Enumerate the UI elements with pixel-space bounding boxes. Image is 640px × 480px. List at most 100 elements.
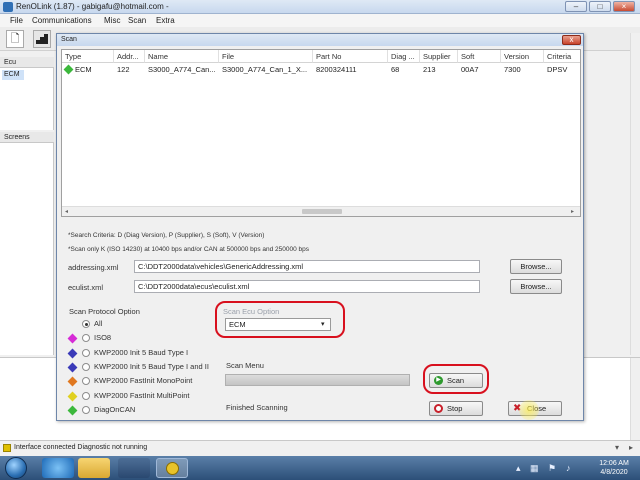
- stop-button[interactable]: Stop: [429, 401, 483, 416]
- browse-addressing-button[interactable]: Browse...: [510, 259, 562, 274]
- tray-flag-icon[interactable]: ⚑: [548, 463, 556, 474]
- scroll-right-icon[interactable]: ▸: [629, 443, 633, 452]
- tray-up-icon[interactable]: ▴: [516, 463, 521, 474]
- menu-scan[interactable]: Scan: [128, 16, 146, 25]
- protocol-option-1[interactable]: ISO8: [67, 332, 227, 344]
- tray-network-icon[interactable]: ▦: [530, 463, 539, 474]
- ecu-list-item[interactable]: ECM: [2, 70, 24, 80]
- menu-bar: File Communications Misc Scan Extra: [0, 14, 640, 27]
- cursor-highlight: [519, 400, 539, 420]
- status-text: Interface connected Diagnostic not runni…: [14, 444, 148, 451]
- protocol-color-icon: [67, 405, 78, 416]
- main-scrollbar[interactable]: [630, 33, 640, 355]
- protocol-radio[interactable]: [82, 405, 90, 414]
- cell-type: ECM: [75, 65, 92, 74]
- cell-file: S3000_A774_Can_1_X...: [222, 65, 308, 74]
- close-button[interactable]: ✖ Close: [508, 400, 562, 420]
- scan-progress-bar: [225, 374, 410, 386]
- column-header-address[interactable]: Addr...: [114, 50, 145, 63]
- protocol-options: All ISO8 KWP2000 Init 5 Baud Type I KWP2000…: [67, 318, 227, 418]
- addressing-label: addressing.xml: [68, 263, 119, 272]
- table-row[interactable]: ECM 122 S3000_A774_Can... S3000_A774_Can…: [62, 64, 580, 76]
- start-button[interactable]: [5, 457, 27, 479]
- column-header-part-no[interactable]: Part No: [313, 50, 388, 63]
- window-title: RenOLink (1.87) - gabigafu@hotmail.com -: [16, 2, 169, 11]
- browse-eculist-button[interactable]: Browse...: [510, 279, 562, 294]
- eculist-label: eculist.xml: [68, 283, 104, 292]
- protocol-radio[interactable]: [82, 391, 90, 400]
- column-header-criteria[interactable]: Criteria: [544, 50, 580, 63]
- eculist-path-field[interactable]: C:\DDT2000data\ecus\eculist.xml: [134, 280, 480, 293]
- log-scrollbar[interactable]: [630, 358, 640, 441]
- protocol-option-6[interactable]: DiagOnCAN: [67, 404, 227, 416]
- protocol-option-label: DiagOnCAN: [94, 404, 136, 414]
- clock-time: 12:06 AM: [599, 460, 629, 467]
- scan-button[interactable]: ▶ Scan: [429, 373, 483, 388]
- taskbar: ▴ ▦ ⚑ ♪ 12:06 AM 4/8/2020: [0, 456, 640, 480]
- file-icon[interactable]: 🗋: [6, 30, 24, 48]
- play-icon: ▶: [434, 376, 443, 385]
- protocol-radio[interactable]: [82, 377, 90, 386]
- protocol-color-icon: [67, 348, 78, 359]
- renolink-icon[interactable]: [156, 458, 188, 478]
- column-header-supplier[interactable]: Supplier: [420, 50, 458, 63]
- protocol-option-5[interactable]: KWP2000 FastInit MultiPoint: [67, 390, 227, 402]
- internet-explorer-icon[interactable]: [42, 458, 74, 478]
- column-header-type[interactable]: Type: [62, 50, 114, 63]
- column-header-name[interactable]: Name: [145, 50, 219, 63]
- scan-ecu-select[interactable]: ECM ▾: [225, 318, 331, 331]
- stop-icon: [434, 404, 443, 413]
- protocol-option-2[interactable]: KWP2000 Init 5 Baud Type I: [67, 347, 227, 359]
- grid-horizontal-scrollbar[interactable]: ◂ ▸: [62, 206, 580, 216]
- scan-ecu-label: Scan Ecu Option: [223, 307, 280, 316]
- ecu-panel-header: Ecu: [0, 57, 54, 68]
- media-player-icon[interactable]: [118, 458, 150, 478]
- cell-address: 122: [117, 65, 130, 74]
- cell-soft: 00A7: [461, 65, 479, 74]
- menu-communications[interactable]: Communications: [32, 16, 92, 25]
- cell-version: 7300: [504, 65, 521, 74]
- ecu-icon[interactable]: [33, 30, 51, 48]
- protocol-radio[interactable]: [82, 334, 90, 343]
- scan-menu-label: Scan Menu: [226, 361, 264, 370]
- scroll-right-icon[interactable]: ▸: [571, 208, 574, 215]
- cell-criteria: DPSV: [547, 65, 568, 74]
- addressing-path-field[interactable]: C:\DDT2000data\vehicles\GenericAddressin…: [134, 260, 480, 273]
- protocol-option-label: All: [94, 319, 103, 328]
- tray-sound-icon[interactable]: ♪: [566, 463, 571, 473]
- protocol-radio[interactable]: [82, 320, 90, 328]
- scan-ecu-value: ECM: [229, 320, 246, 329]
- protocol-radio[interactable]: [82, 348, 90, 357]
- status-bar: Interface connected Diagnostic not runni…: [0, 440, 640, 456]
- cell-supplier: 213: [423, 65, 436, 74]
- protocol-color-icon: [67, 333, 78, 344]
- protocol-option-3[interactable]: KWP2000 Init 5 Baud Type I and II: [67, 361, 227, 373]
- column-header-soft[interactable]: Soft: [458, 50, 501, 63]
- protocol-option-0[interactable]: All: [67, 318, 227, 330]
- app-logo-icon: [3, 2, 13, 12]
- column-header-diag[interactable]: Diag ...: [388, 50, 420, 63]
- column-header-version[interactable]: Version: [501, 50, 544, 63]
- dialog-close-button[interactable]: x: [562, 35, 581, 45]
- menu-extra[interactable]: Extra: [156, 16, 175, 25]
- protocol-radio[interactable]: [82, 362, 90, 371]
- minimize-button[interactable]: –: [565, 1, 587, 12]
- protocol-option-4[interactable]: KWP2000 FastInit MonoPoint: [67, 375, 227, 387]
- column-header-file[interactable]: File: [219, 50, 313, 63]
- menu-file[interactable]: File: [10, 16, 23, 25]
- title-bar: RenOLink (1.87) - gabigafu@hotmail.com -…: [0, 0, 640, 14]
- protocol-color-icon: [67, 376, 78, 387]
- protocol-option-label: KWP2000 Init 5 Baud Type I: [94, 347, 189, 357]
- menu-misc[interactable]: Misc: [104, 16, 120, 25]
- folder-icon[interactable]: [78, 458, 110, 478]
- status-indicator-icon: [3, 444, 11, 452]
- scroll-left-icon[interactable]: ◂: [65, 208, 68, 215]
- maximize-button[interactable]: □: [589, 1, 611, 12]
- chevron-down-icon[interactable]: ▾: [615, 443, 619, 452]
- clock-date: 4/8/2020: [600, 469, 628, 476]
- protocol-option-label: KWP2000 Init 5 Baud Type I and II: [94, 361, 209, 371]
- taskbar-clock[interactable]: 12:06 AM 4/8/2020: [593, 459, 635, 477]
- window-close-button[interactable]: ×: [613, 1, 635, 12]
- ecu-results-grid: Type Addr... Name File Part No Diag ... …: [61, 49, 581, 217]
- scroll-thumb[interactable]: [302, 209, 342, 214]
